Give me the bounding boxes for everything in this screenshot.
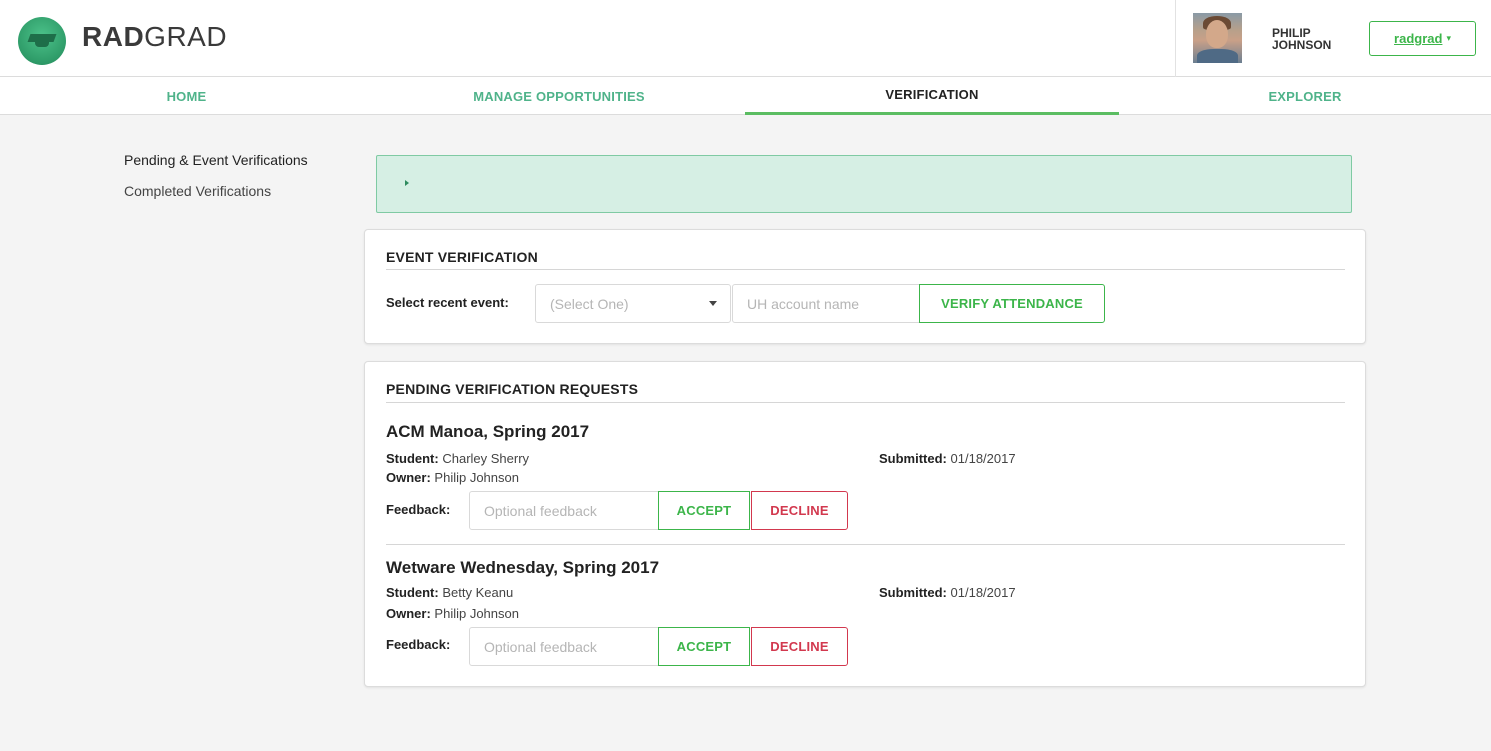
main-nav: HOME MANAGE OPPORTUNITIES VERIFICATION E… bbox=[0, 77, 1491, 115]
nav-tab-manage-opportunities[interactable]: MANAGE OPPORTUNITIES bbox=[373, 77, 745, 115]
verify-attendance-button[interactable]: VERIFY ATTENDANCE bbox=[919, 284, 1105, 323]
recent-event-select[interactable]: (Select One) bbox=[535, 284, 731, 323]
event-verification-title: EVENT VERIFICATION bbox=[386, 249, 538, 265]
pending-requests-title: PENDING VERIFICATION REQUESTS bbox=[386, 381, 639, 397]
user-name: PHILIP JOHNSON bbox=[1272, 26, 1332, 52]
accept-button[interactable]: ACCEPT bbox=[658, 491, 750, 530]
dropdown-caret-icon bbox=[709, 301, 717, 306]
radgrad-logo-icon[interactable] bbox=[18, 17, 66, 65]
accept-button[interactable]: ACCEPT bbox=[658, 627, 750, 666]
user-menu-button[interactable]: radgrad ▾ bbox=[1369, 21, 1476, 56]
decline-button[interactable]: DECLINE bbox=[751, 491, 848, 530]
user-menu-label: radgrad bbox=[1394, 31, 1443, 46]
brand-name[interactable]: RADGRAD bbox=[82, 21, 227, 53]
collapsible-info-box[interactable] bbox=[376, 155, 1352, 213]
uh-account-input[interactable]: UH account name bbox=[732, 284, 920, 323]
nav-tab-home[interactable]: HOME bbox=[0, 77, 373, 115]
select-event-label: Select recent event: bbox=[386, 295, 509, 310]
request-title: ACM Manoa, Spring 2017 bbox=[386, 422, 590, 441]
header-divider bbox=[1175, 0, 1176, 77]
request-student: Student: Charley Sherry bbox=[386, 451, 530, 466]
request-submitted: Submitted: 01/18/2017 bbox=[879, 585, 1016, 600]
feedback-placeholder: Optional feedback bbox=[484, 638, 597, 655]
avatar bbox=[1193, 13, 1242, 63]
feedback-label: Feedback: bbox=[386, 502, 451, 517]
event-verification-card: EVENT VERIFICATION Select recent event: … bbox=[364, 229, 1366, 344]
feedback-placeholder: Optional feedback bbox=[484, 502, 597, 519]
request-title: Wetware Wednesday, Spring 2017 bbox=[386, 558, 660, 577]
top-header: RADGRAD PHILIP JOHNSON radgrad ▾ bbox=[0, 0, 1491, 77]
graduation-cap-icon bbox=[27, 34, 57, 48]
chevron-down-icon: ▾ bbox=[1446, 33, 1451, 43]
feedback-label: Feedback: bbox=[386, 637, 451, 652]
feedback-input[interactable]: Optional feedback bbox=[469, 627, 659, 666]
sidebar-item-completed-verifications[interactable]: Completed Verifications bbox=[124, 183, 271, 199]
pending-requests-card: PENDING VERIFICATION REQUESTS ACM Manoa,… bbox=[364, 361, 1366, 687]
request-submitted: Submitted: 01/18/2017 bbox=[879, 451, 1016, 466]
decline-button[interactable]: DECLINE bbox=[751, 627, 848, 666]
uh-account-placeholder: UH account name bbox=[747, 295, 860, 312]
divider bbox=[386, 402, 1345, 403]
feedback-input[interactable]: Optional feedback bbox=[469, 491, 659, 530]
request-owner: Owner: Philip Johnson bbox=[386, 470, 519, 485]
sidebar-item-pending-event-verifications[interactable]: Pending & Event Verifications bbox=[124, 152, 308, 168]
nav-tab-verification[interactable]: VERIFICATION bbox=[745, 77, 1119, 115]
divider bbox=[386, 544, 1345, 545]
divider bbox=[386, 269, 1345, 270]
request-student: Student: Betty Keanu bbox=[386, 585, 514, 600]
request-owner: Owner: Philip Johnson bbox=[386, 606, 519, 621]
recent-event-select-value: (Select One) bbox=[550, 295, 629, 312]
nav-tab-explorer[interactable]: EXPLORER bbox=[1119, 77, 1491, 115]
caret-right-icon[interactable] bbox=[405, 180, 409, 186]
